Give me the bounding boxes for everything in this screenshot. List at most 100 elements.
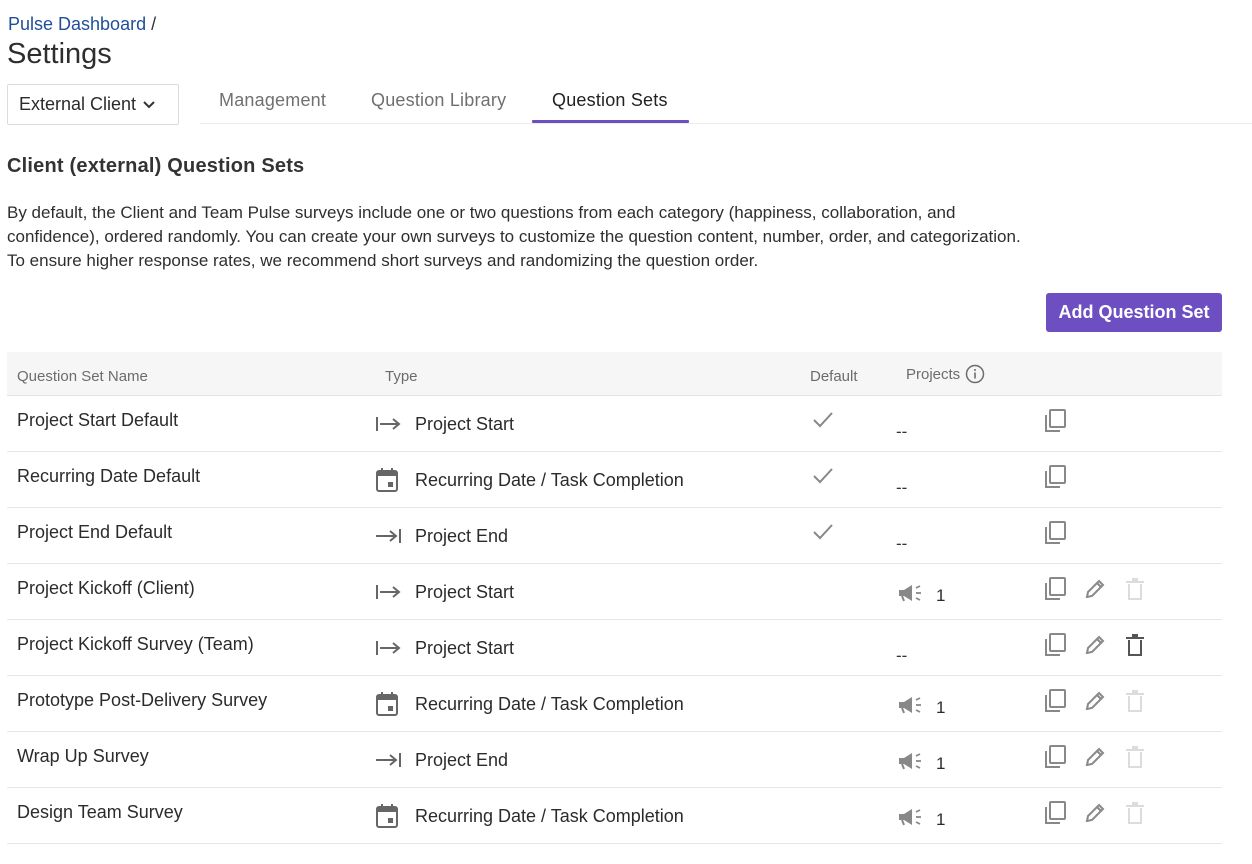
active-tab-indicator bbox=[532, 120, 689, 123]
delete-icon bbox=[1123, 744, 1147, 770]
projects-cell[interactable]: 1 bbox=[896, 806, 945, 833]
tab-management[interactable]: Management bbox=[219, 90, 326, 124]
column-header-name[interactable]: Question Set Name bbox=[17, 368, 148, 385]
table-row[interactable]: Design Team Survey Recurring Date / Task … bbox=[7, 788, 1222, 844]
arrow-to-bar-icon bbox=[375, 524, 403, 548]
tab-question-sets[interactable]: Question Sets bbox=[552, 90, 668, 124]
question-sets-table: Question Set Name Type Default Projects … bbox=[7, 352, 1222, 844]
projects-cell[interactable]: 1 bbox=[896, 694, 945, 721]
description-line: confidence), ordered randomly. You can c… bbox=[7, 227, 1021, 246]
calendar-icon bbox=[375, 468, 403, 492]
question-set-type: Project Start bbox=[375, 412, 514, 436]
arrow-from-bar-icon bbox=[375, 580, 403, 604]
copy-icon[interactable] bbox=[1043, 688, 1067, 714]
copy-icon[interactable] bbox=[1043, 800, 1067, 826]
table-row[interactable]: Recurring Date Default Recurring Date / T… bbox=[7, 452, 1222, 508]
column-header-projects-label: Projects bbox=[906, 365, 961, 383]
question-set-name[interactable]: Wrap Up Survey bbox=[17, 746, 149, 767]
table-body: Project Start Default Project Start -- Recu… bbox=[7, 396, 1222, 844]
question-set-type: Project End bbox=[375, 524, 508, 548]
section-title: Client (external) Question Sets bbox=[7, 155, 305, 177]
row-actions bbox=[1043, 520, 1067, 546]
table-row[interactable]: Project Start Default Project Start -- bbox=[7, 396, 1222, 452]
default-check-icon bbox=[811, 466, 835, 491]
projects-cell: -- bbox=[896, 638, 907, 666]
copy-icon[interactable] bbox=[1043, 520, 1067, 546]
type-label: Project Start bbox=[415, 637, 515, 658]
row-actions bbox=[1043, 576, 1147, 602]
question-set-name[interactable]: Project Kickoff Survey (Team) bbox=[17, 634, 254, 655]
arrow-from-bar-icon bbox=[375, 636, 403, 660]
add-question-set-button[interactable]: Add Question Set bbox=[1046, 293, 1222, 332]
megaphone-icon bbox=[896, 582, 924, 609]
column-header-projects: Projects bbox=[906, 364, 985, 384]
client-select[interactable]: External Client bbox=[7, 84, 179, 125]
megaphone-icon bbox=[896, 806, 924, 833]
edit-icon[interactable] bbox=[1083, 688, 1107, 714]
projects-count: 1 bbox=[936, 697, 946, 717]
default-check-icon bbox=[811, 410, 835, 435]
row-actions bbox=[1043, 632, 1147, 658]
question-set-type: Recurring Date / Task Completion bbox=[375, 468, 684, 492]
delete-icon[interactable] bbox=[1123, 632, 1147, 658]
question-set-name[interactable]: Design Team Survey bbox=[17, 802, 183, 823]
edit-icon[interactable] bbox=[1083, 744, 1107, 770]
copy-icon[interactable] bbox=[1043, 408, 1067, 434]
edit-icon[interactable] bbox=[1083, 576, 1107, 602]
calendar-icon bbox=[375, 692, 403, 716]
table-row[interactable]: Wrap Up Survey Project End 1 bbox=[7, 732, 1222, 788]
edit-icon[interactable] bbox=[1083, 632, 1107, 658]
row-actions bbox=[1043, 800, 1147, 826]
row-actions bbox=[1043, 464, 1067, 490]
question-set-name[interactable]: Prototype Post-Delivery Survey bbox=[17, 690, 267, 711]
question-set-name[interactable]: Project End Default bbox=[17, 522, 172, 543]
breadcrumb-link-pulse-dashboard[interactable]: Pulse Dashboard bbox=[8, 14, 146, 34]
copy-icon[interactable] bbox=[1043, 464, 1067, 490]
description-line: By default, the Client and Team Pulse su… bbox=[7, 203, 956, 222]
table-row[interactable]: Project Kickoff (Client) Project Start 1 bbox=[7, 564, 1222, 620]
table-row[interactable]: Project Kickoff Survey (Team) Project Sta… bbox=[7, 620, 1222, 676]
chevron-down-icon bbox=[143, 100, 155, 108]
tab-question-library[interactable]: Question Library bbox=[371, 90, 506, 124]
arrow-from-bar-icon bbox=[375, 412, 403, 436]
copy-icon[interactable] bbox=[1043, 576, 1067, 602]
arrow-to-bar-icon bbox=[375, 748, 403, 772]
projects-cell: -- bbox=[896, 414, 907, 442]
projects-count: 1 bbox=[936, 809, 946, 829]
projects-cell: -- bbox=[896, 526, 907, 554]
projects-count: -- bbox=[896, 534, 908, 553]
projects-count: -- bbox=[896, 422, 908, 441]
projects-count: 1 bbox=[936, 585, 946, 605]
projects-count: 1 bbox=[936, 753, 946, 773]
copy-icon[interactable] bbox=[1043, 744, 1067, 770]
projects-cell[interactable]: 1 bbox=[896, 582, 945, 609]
question-set-type: Recurring Date / Task Completion bbox=[375, 804, 684, 828]
calendar-icon bbox=[375, 804, 403, 828]
column-header-default[interactable]: Default bbox=[810, 368, 858, 385]
type-label: Recurring Date / Task Completion bbox=[415, 693, 684, 714]
info-icon[interactable] bbox=[965, 364, 985, 384]
table-row[interactable]: Prototype Post-Delivery Survey Recurring … bbox=[7, 676, 1222, 732]
question-set-name[interactable]: Project Kickoff (Client) bbox=[17, 578, 195, 599]
delete-icon bbox=[1123, 688, 1147, 714]
page-title: Settings bbox=[7, 38, 112, 70]
question-set-type: Project End bbox=[375, 748, 508, 772]
type-label: Project End bbox=[415, 749, 509, 770]
projects-cell[interactable]: 1 bbox=[896, 750, 945, 777]
type-label: Project Start bbox=[415, 413, 515, 434]
type-label: Project End bbox=[415, 525, 509, 546]
client-select-value: External Client bbox=[19, 94, 137, 114]
question-set-name[interactable]: Recurring Date Default bbox=[17, 466, 200, 487]
breadcrumb: Pulse Dashboard / bbox=[8, 14, 156, 35]
question-set-type: Recurring Date / Task Completion bbox=[375, 692, 684, 716]
row-actions bbox=[1043, 744, 1147, 770]
description-line: To ensure higher response rates, we reco… bbox=[7, 251, 759, 270]
table-row[interactable]: Project End Default Project End -- bbox=[7, 508, 1222, 564]
copy-icon[interactable] bbox=[1043, 632, 1067, 658]
edit-icon[interactable] bbox=[1083, 800, 1107, 826]
question-set-name[interactable]: Project Start Default bbox=[17, 410, 178, 431]
column-header-type[interactable]: Type bbox=[385, 368, 418, 385]
delete-icon bbox=[1123, 800, 1147, 826]
row-actions bbox=[1043, 408, 1067, 434]
question-set-type: Project Start bbox=[375, 636, 514, 660]
